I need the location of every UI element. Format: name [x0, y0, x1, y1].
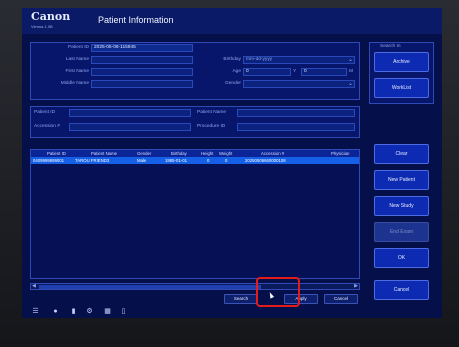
birthday-placeholder: mm-dd-yyyy [246, 57, 273, 62]
search-fields-panel: Patient ID Patient Name Accession # Proc… [30, 106, 360, 138]
scrollbar-thumb[interactable] [39, 285, 261, 289]
taskbar: ☰ ● ▮ ⚙ ▦ ▯ [22, 304, 272, 318]
scroll-right-icon[interactable]: ▶ [354, 283, 358, 290]
search-button[interactable]: Search [224, 294, 258, 304]
horizontal-scrollbar[interactable]: ◀ ▶ [30, 283, 360, 290]
age-label: Age [232, 69, 241, 74]
cell-patient-id: 0409999999001 [33, 158, 65, 163]
last-name-label: Last Name [65, 57, 89, 62]
column-header[interactable]: Patient ID [47, 150, 66, 157]
chevron-down-icon: ⌄ [347, 81, 353, 87]
column-header[interactable]: Physician [331, 150, 349, 157]
gender-label: Gender [225, 81, 241, 86]
column-header[interactable]: Accession # [261, 150, 284, 157]
cell-birthday: 1985-01-01 [165, 158, 187, 163]
patient-info-panel: Patient ID 2025-05-06-115945 Last Name F… [30, 42, 360, 100]
brand-subtitle: Vienna 1.0B [31, 24, 53, 29]
search-accession-label: Accession # [34, 124, 60, 129]
search-procedure-id-field[interactable] [237, 123, 355, 131]
clear-button[interactable]: Clear [374, 144, 429, 164]
apply-highlight-box [256, 277, 300, 307]
search-patient-name-field[interactable] [237, 109, 355, 117]
title-bar: Canon Vienna 1.0B Patient Information [22, 8, 442, 34]
worklist-button[interactable]: WorkList [374, 78, 429, 98]
gender-select[interactable]: ⌄ [243, 80, 355, 88]
cancel-button[interactable]: Cancel [324, 294, 358, 304]
search-procedure-id-label: Procedure ID [197, 124, 226, 129]
archive-button[interactable]: Archive [374, 52, 429, 72]
side-cancel-button[interactable]: Cancel [374, 280, 429, 300]
new-patient-button[interactable]: New Patient [374, 170, 429, 190]
patient-id-label: Patient ID [67, 45, 89, 50]
gear-icon[interactable]: ⚙ [86, 308, 93, 315]
cell-height: 0 [207, 158, 210, 163]
window-title: Patient Information [98, 15, 174, 25]
battery-icon[interactable]: ▯ [120, 308, 127, 315]
search-in-title: Search In [380, 44, 401, 49]
table-header: Patient ID Patient Name Gender Birthday … [31, 150, 359, 157]
ok-button[interactable]: OK [374, 248, 429, 268]
column-header[interactable]: Patient Name [91, 150, 117, 157]
monitor-icon[interactable]: ▦ [104, 308, 111, 315]
new-study-button[interactable]: New Study [374, 196, 429, 216]
scroll-left-icon[interactable]: ◀ [32, 283, 36, 290]
last-name-field[interactable] [91, 56, 193, 64]
middle-name-label: Middle Name [60, 81, 89, 86]
age-months-unit: M [349, 69, 353, 74]
table-row[interactable]: 0409999999001 TAROU FRIEND3 Male 1985-01… [31, 157, 359, 164]
cell-gender: Male [137, 158, 147, 163]
app-screen: Canon Vienna 1.0B Patient Information Pa… [22, 8, 442, 318]
chevron-down-icon: ⌄ [347, 57, 353, 63]
middle-name-field[interactable] [91, 80, 193, 88]
brand-logo: Canon [31, 10, 71, 23]
birthday-field[interactable]: mm-dd-yyyy ⌄ [243, 56, 355, 64]
column-header[interactable]: Birthday [171, 150, 187, 157]
cell-accession: 20250506660000108 [245, 158, 286, 163]
patient-id-field[interactable]: 2025-05-06-115945 [91, 44, 193, 52]
birthday-label: Birthday [223, 57, 241, 62]
cell-patient-name: TAROU FRIEND3 [75, 158, 110, 163]
column-header[interactable]: Height [201, 150, 213, 157]
column-header[interactable]: Weight [219, 150, 232, 157]
end-exam-button[interactable]: End Exam [374, 222, 429, 242]
age-years-unit: Y [293, 69, 297, 74]
column-header[interactable]: Gender [137, 150, 151, 157]
network-icon[interactable]: ☰ [32, 308, 39, 315]
patient-list-table: Patient ID Patient Name Gender Birthday … [30, 149, 360, 279]
search-patient-name-label: Patient Name [197, 110, 227, 115]
age-months-field[interactable]: 0 [301, 68, 347, 76]
cell-weight: 0 [225, 158, 228, 163]
first-name-field[interactable] [91, 68, 193, 76]
search-patient-id-field[interactable] [69, 109, 191, 117]
first-name-label: First Name [65, 69, 89, 74]
search-patient-id-label: Patient ID [34, 110, 56, 115]
search-accession-field[interactable] [69, 123, 191, 131]
age-years-field[interactable]: 0 [243, 68, 291, 76]
document-icon[interactable]: ▮ [70, 308, 77, 315]
user-icon[interactable]: ● [52, 308, 59, 315]
